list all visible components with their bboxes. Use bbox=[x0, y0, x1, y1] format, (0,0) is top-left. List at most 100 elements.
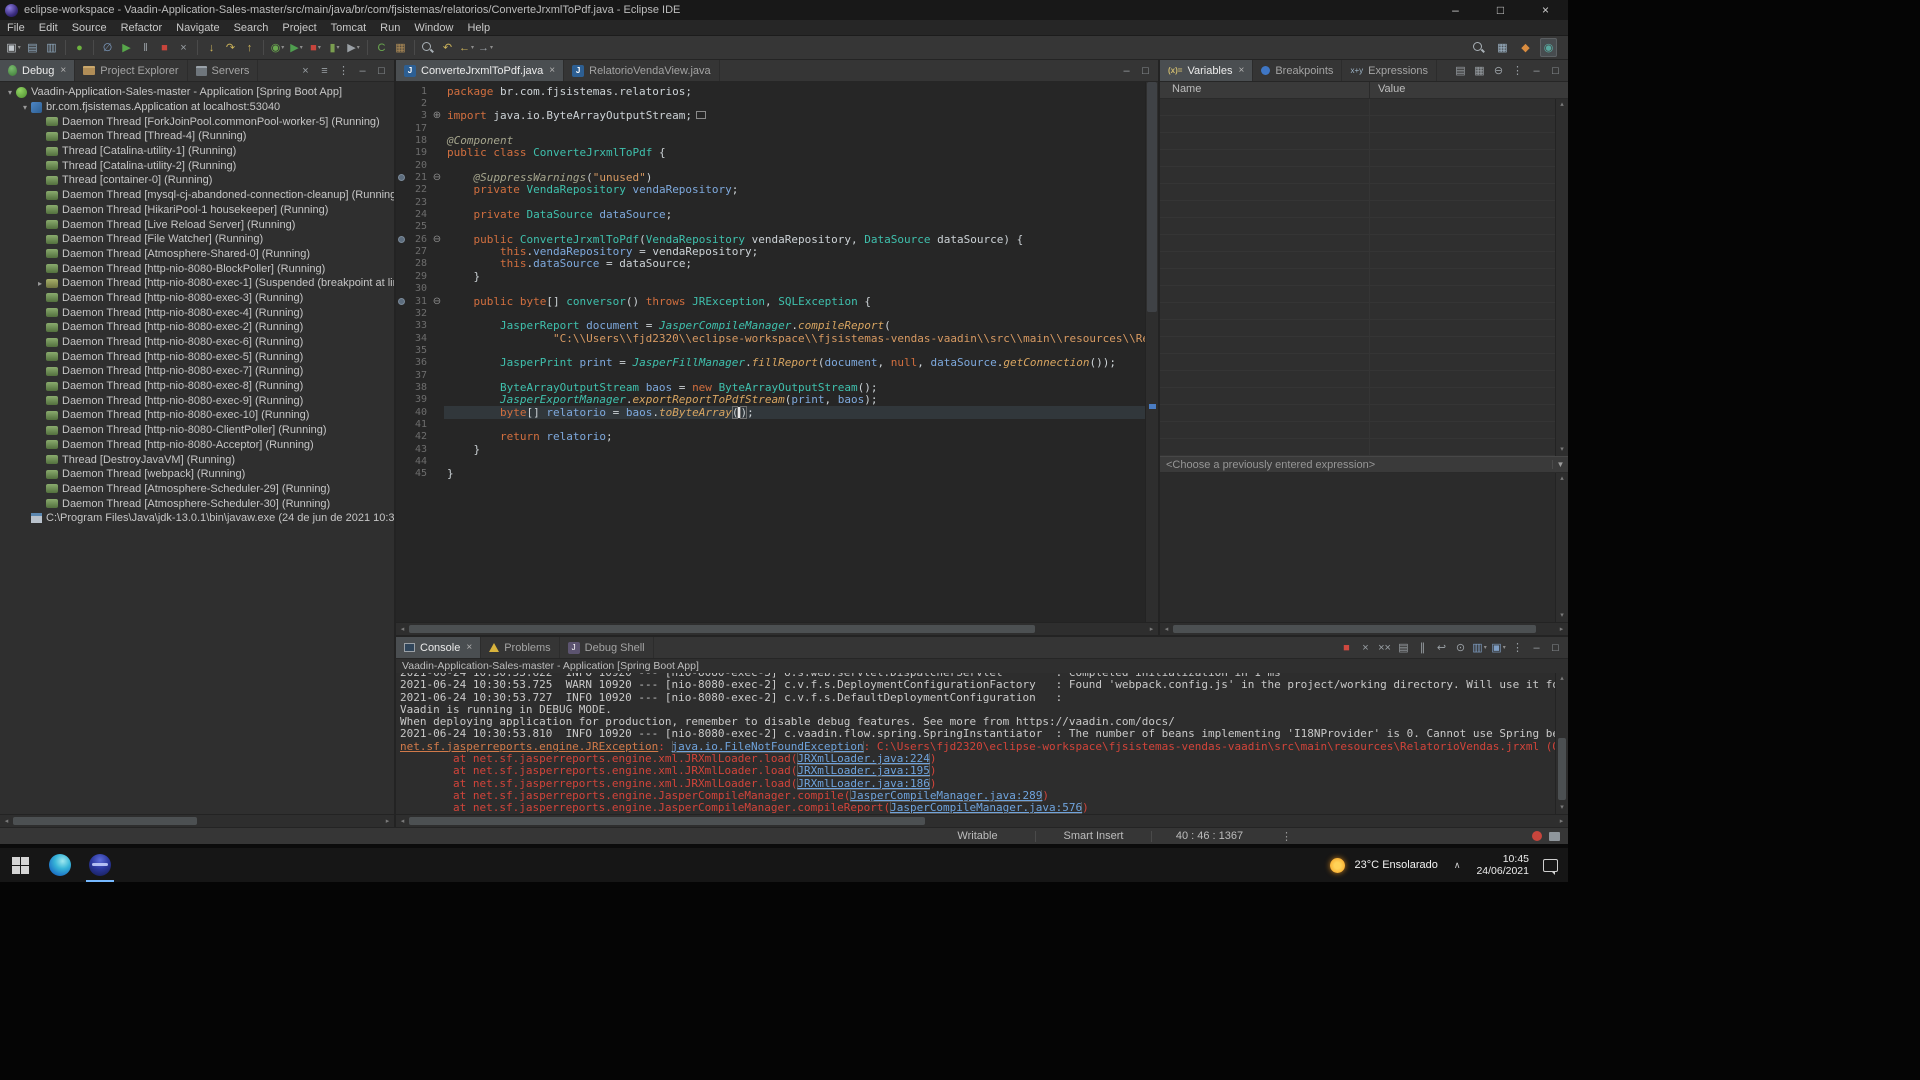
tab-servers[interactable]: Servers bbox=[188, 60, 259, 81]
java-ee-perspective-icon[interactable]: ◆ bbox=[1517, 38, 1534, 57]
editor-tab-relatoriovendaview-java[interactable]: JRelatorioVendaView.java bbox=[564, 60, 720, 81]
code-text[interactable]: import java.io.ByteArrayOutputStream; bbox=[444, 109, 1145, 122]
expression-combo[interactable]: <Choose a previously entered expression>… bbox=[1160, 456, 1568, 473]
scroll-right-icon[interactable]: ▸ bbox=[1555, 625, 1568, 633]
menu-item-refactor[interactable]: Refactor bbox=[114, 22, 170, 34]
tab-expressions[interactable]: x+yExpressions bbox=[1342, 60, 1437, 81]
code-text[interactable]: return relatorio; bbox=[444, 430, 1145, 443]
coverage-icon[interactable]: ▮▾ bbox=[326, 38, 343, 57]
tree-expand-down-icon[interactable]: ▾ bbox=[4, 88, 16, 97]
menu-item-file[interactable]: File bbox=[0, 22, 32, 34]
scroll-up-icon[interactable]: ▴ bbox=[1556, 99, 1568, 111]
spring-boot-dashboard-icon[interactable]: ● bbox=[71, 38, 88, 57]
tab-project-explorer[interactable]: Project Explorer bbox=[75, 60, 187, 81]
menu-item-tomcat[interactable]: Tomcat bbox=[324, 22, 373, 34]
console-vertical-scrollbar[interactable]: ▴ ▾ bbox=[1555, 673, 1568, 814]
scrollbar-thumb[interactable] bbox=[409, 625, 1035, 633]
code-text[interactable]: ByteArrayOutputStream baos = new ByteArr… bbox=[444, 381, 1145, 394]
debug-tree-item[interactable]: Daemon Thread [Atmosphere-Scheduler-30] … bbox=[0, 496, 394, 511]
scrollbar-thumb[interactable] bbox=[409, 817, 925, 825]
maximize-view-icon[interactable]: □ bbox=[1547, 61, 1564, 80]
variables-row[interactable] bbox=[1160, 201, 1555, 218]
minimize-view-icon[interactable]: – bbox=[1118, 61, 1135, 80]
debug-horizontal-scrollbar[interactable]: ◂ ▸ bbox=[0, 814, 394, 827]
fold-minus-icon[interactable]: ⊖ bbox=[430, 172, 444, 183]
column-header-value[interactable]: Value bbox=[1370, 82, 1568, 98]
save-icon[interactable]: ▤ bbox=[24, 38, 41, 57]
pin-console-icon[interactable]: ⊙ bbox=[1452, 638, 1469, 657]
scroll-right-icon[interactable]: ▸ bbox=[1145, 625, 1158, 633]
debug-tree-item[interactable]: Thread [DestroyJavaVM] (Running) bbox=[0, 452, 394, 467]
notification-icon[interactable] bbox=[1532, 831, 1542, 841]
debug-tree-item[interactable]: Daemon Thread [http-nio-8080-exec-8] (Ru… bbox=[0, 379, 394, 394]
tree-expand-down-icon[interactable]: ▾ bbox=[19, 103, 31, 112]
editor-tab-convertejrxmltopdf-java[interactable]: JConverteJrxmlToPdf.java× bbox=[396, 60, 564, 81]
debug-tree-item[interactable]: Daemon Thread [Atmosphere-Shared-0] (Run… bbox=[0, 247, 394, 262]
action-center-icon[interactable] bbox=[1543, 859, 1558, 872]
detail-vertical-scrollbar[interactable]: ▴ ▾ bbox=[1555, 473, 1568, 622]
menu-item-navigate[interactable]: Navigate bbox=[169, 22, 226, 34]
debug-tree-item[interactable]: Daemon Thread [http-nio-8080-Acceptor] (… bbox=[0, 438, 394, 453]
fold-plus-icon[interactable]: ⊕ bbox=[430, 110, 444, 121]
search-icon[interactable] bbox=[420, 40, 437, 55]
maximize-view-icon[interactable]: □ bbox=[1547, 638, 1564, 657]
debug-tree-item[interactable]: Daemon Thread [webpack] (Running) bbox=[0, 467, 394, 482]
debug-tree-item[interactable]: Daemon Thread [mysql-cj-abandoned-connec… bbox=[0, 188, 394, 203]
taskbar-eclipse-button[interactable] bbox=[80, 848, 120, 882]
weather-widget[interactable]: 23°C Ensolarado bbox=[1355, 859, 1438, 871]
chevron-down-icon[interactable]: ▼ bbox=[1552, 460, 1568, 469]
open-perspective-icon[interactable]: ▦ bbox=[1494, 38, 1511, 57]
view-menu-icon[interactable]: ⋮ bbox=[1509, 638, 1526, 657]
debug-tree-item[interactable]: Daemon Thread [ForkJoinPool.commonPool-w… bbox=[0, 114, 394, 129]
overview-annotation-mark[interactable] bbox=[1149, 404, 1156, 409]
step-return-icon[interactable]: ↑ bbox=[241, 38, 258, 57]
variables-row[interactable] bbox=[1160, 252, 1555, 269]
new-java-package-icon[interactable]: ▦ bbox=[392, 38, 409, 57]
variables-row[interactable] bbox=[1160, 286, 1555, 303]
close-icon[interactable]: × bbox=[1239, 65, 1245, 76]
show-logical-structure-icon[interactable]: ▦ bbox=[1471, 61, 1488, 80]
weather-sun-icon[interactable] bbox=[1330, 858, 1345, 873]
menu-item-edit[interactable]: Edit bbox=[32, 22, 65, 34]
remove-launch-icon[interactable]: × bbox=[1357, 638, 1374, 657]
tab-breakpoints[interactable]: Breakpoints bbox=[1253, 60, 1342, 81]
variables-row[interactable] bbox=[1160, 133, 1555, 150]
quick-access-search-icon[interactable] bbox=[1471, 40, 1488, 55]
code-text[interactable]: byte[] relatorio = baos.toByteArray(); bbox=[444, 406, 1145, 419]
code-text[interactable]: JasperPrint print = JasperFillManager.fi… bbox=[444, 356, 1145, 369]
scroll-left-icon[interactable]: ◂ bbox=[396, 817, 409, 825]
back-icon[interactable]: ←▾ bbox=[458, 38, 475, 57]
display-selected-console-icon[interactable]: ▥▾ bbox=[1471, 638, 1488, 657]
code-text[interactable]: @SuppressWarnings("unused") bbox=[444, 171, 1145, 184]
variables-row[interactable] bbox=[1160, 150, 1555, 167]
scrollbar-thumb[interactable] bbox=[13, 817, 197, 825]
code-text[interactable]: public class ConverteJrxmlToPdf { bbox=[444, 146, 1145, 159]
debug-tree-item[interactable]: Daemon Thread [http-nio-8080-exec-5] (Ru… bbox=[0, 349, 394, 364]
code-text[interactable]: } bbox=[444, 270, 1145, 283]
debug-tree-item[interactable]: Thread [Catalina-utility-2] (Running) bbox=[0, 158, 394, 173]
scrollbar-thumb[interactable] bbox=[1173, 625, 1536, 633]
stop-server-icon[interactable]: ■▾ bbox=[307, 38, 324, 57]
editor-horizontal-scrollbar[interactable]: ◂ ▸ bbox=[396, 622, 1158, 635]
code-text[interactable]: package br.com.fjsistemas.relatorios; bbox=[444, 85, 1145, 98]
tab-problems[interactable]: Problems bbox=[481, 637, 559, 658]
scroll-down-icon[interactable]: ▾ bbox=[1556, 802, 1568, 814]
code-text[interactable]: @Component bbox=[444, 134, 1145, 147]
maximize-button[interactable]: □ bbox=[1478, 0, 1523, 20]
debug-tree-item[interactable]: Daemon Thread [Atmosphere-Scheduler-29] … bbox=[0, 482, 394, 497]
tree-expand-right-icon[interactable]: ▸ bbox=[34, 279, 46, 288]
scroll-right-icon[interactable]: ▸ bbox=[1555, 817, 1568, 825]
menu-item-search[interactable]: Search bbox=[227, 22, 276, 34]
debug-tree-item[interactable]: Daemon Thread [http-nio-8080-exec-3] (Ru… bbox=[0, 291, 394, 306]
remove-terminated-icon[interactable]: × bbox=[297, 61, 314, 80]
save-all-icon[interactable]: ▥ bbox=[43, 38, 60, 57]
debug-tree-item[interactable]: Daemon Thread [HikariPool-1 housekeeper]… bbox=[0, 203, 394, 218]
debug-tree-item[interactable]: Daemon Thread [http-nio-8080-exec-4] (Ru… bbox=[0, 305, 394, 320]
taskbar-edge-button[interactable] bbox=[40, 848, 80, 882]
start-button[interactable] bbox=[0, 848, 40, 882]
remove-all-launches-icon[interactable]: ×× bbox=[1376, 638, 1393, 657]
debug-perspective-icon[interactable]: ◉ bbox=[1540, 38, 1557, 57]
variables-row[interactable] bbox=[1160, 303, 1555, 320]
view-menu-icon[interactable]: ⋮ bbox=[1509, 61, 1526, 80]
close-icon[interactable]: × bbox=[466, 642, 472, 653]
